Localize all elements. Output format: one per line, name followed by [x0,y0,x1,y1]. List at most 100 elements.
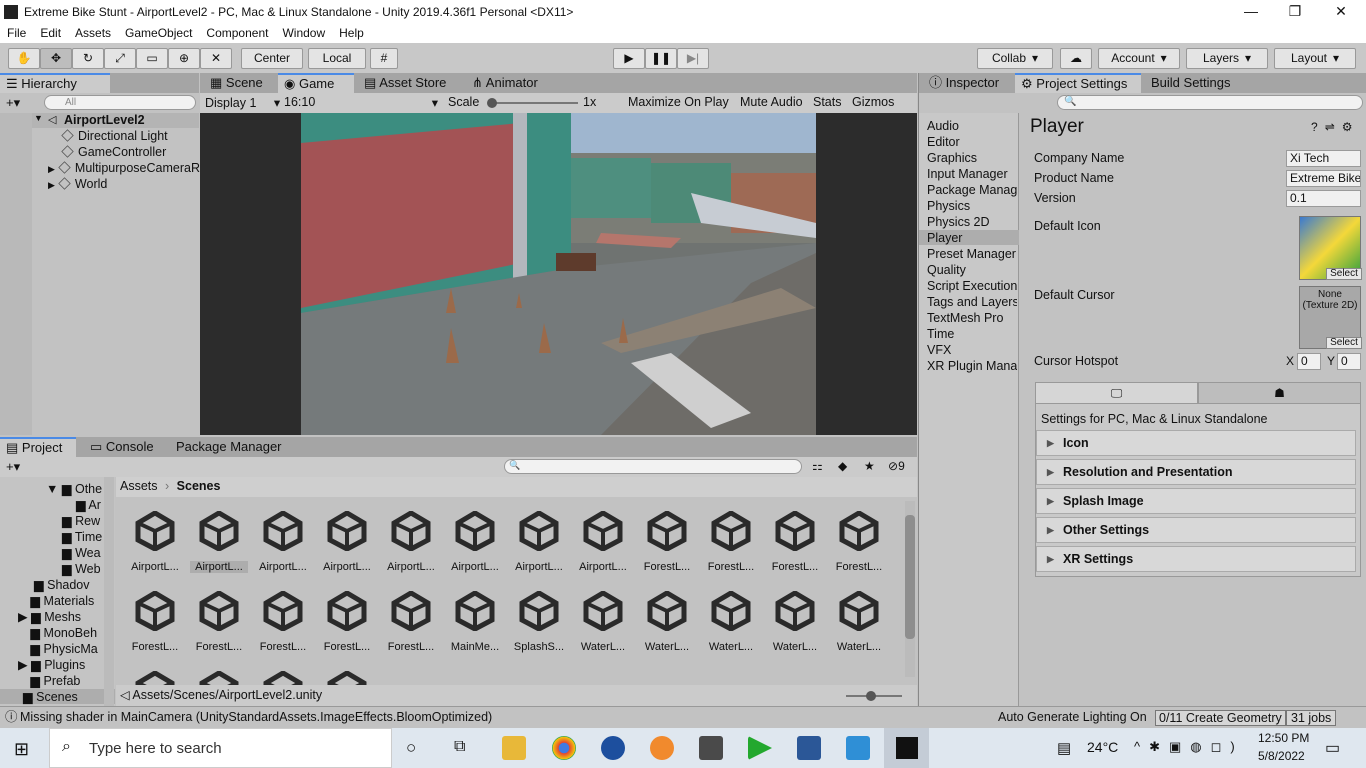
status-message[interactable]: Missing shader in MainCamera (UnityStand… [20,707,492,728]
hierarchy-search-input[interactable]: All [44,95,196,110]
scene-asset-tile[interactable]: AirportL... [190,510,248,573]
menu-component[interactable]: Component [199,26,275,40]
scene-asset-tile[interactable]: AirportL... [254,510,312,573]
hierarchy-item[interactable]: GameController [61,145,166,159]
android-platform-tab[interactable]: ☗ [1198,382,1361,404]
scene-asset-tile[interactable]: WaterL... [574,590,632,653]
hierarchy-item[interactable]: ▶ World [48,177,107,191]
folder-item[interactable]: ▼ ▆ Othe [46,481,102,496]
add-icon[interactable]: +▾ [6,95,20,111]
rotate-tool-icon[interactable]: ↻ [72,48,104,69]
asset-grid-scrollbar[interactable] [905,501,915,677]
weather-temp[interactable]: 24°C [1087,739,1118,755]
mute-audio-toggle[interactable]: Mute Audio [740,95,803,109]
scene-asset-tile[interactable] [254,670,312,685]
chrome-icon[interactable] [552,736,576,760]
menu-file[interactable]: File [0,26,33,40]
folder-item-selected[interactable]: ▆ Scenes [0,689,115,704]
scene-asset-tile[interactable]: AirportL... [510,510,568,573]
custom-tool-icon[interactable]: ✕ [200,48,232,69]
account-dropdown[interactable]: Account [1098,48,1180,69]
settings-gear-icon[interactable]: ⚙ [1342,120,1360,134]
product-name-field[interactable]: Extreme Bike [1286,170,1361,187]
scene-asset-tile[interactable]: WaterL... [830,590,888,653]
app-icon[interactable] [748,736,772,760]
pivot-center-toggle[interactable]: Center [241,48,303,69]
grid-snap-icon[interactable]: # [370,48,398,69]
settings-search-input[interactable]: 🔍 [1057,95,1363,110]
company-name-field[interactable]: Xi Tech [1286,150,1361,167]
hotspot-x-field[interactable]: 0 [1297,353,1321,370]
app-icon[interactable] [601,736,625,760]
pivot-local-toggle[interactable]: Local [308,48,366,69]
breadcrumb-scenes[interactable]: Scenes [177,479,221,493]
hierarchy-item[interactable]: ▶ MultipurposeCameraR [48,161,200,175]
rect-tool-icon[interactable]: ▭ [136,48,168,69]
folder-item[interactable]: ▆ Ar [76,497,101,512]
clock-date[interactable]: 5/8/2022 [1258,749,1305,763]
hidden-packages-toggle[interactable]: ⊘9 [888,459,905,473]
pc-platform-tab[interactable]: 🖵 [1035,382,1198,404]
hotspot-y-field[interactable]: 0 [1337,353,1361,370]
section-xr-settings[interactable]: XR Settings [1036,546,1356,572]
folder-item[interactable]: ▆ Rew [62,513,100,528]
unity-taskbar-button[interactable] [884,728,929,768]
pause-button[interactable]: ❚❚ [645,48,677,69]
tab-asset-store[interactable]: ▤ Asset Store [358,73,452,93]
scene-asset-tile[interactable]: ForestL... [126,590,184,653]
cloud-icon[interactable]: ☁ [1060,48,1092,69]
menu-help[interactable]: Help [332,26,371,40]
scene-asset-tile[interactable]: AirportL... [126,510,184,573]
folder-scrollbar[interactable] [104,477,114,706]
scene-asset-tile[interactable]: ForestL... [382,590,440,653]
scene-asset-tile[interactable]: SplashS... [510,590,568,653]
menu-assets[interactable]: Assets [68,26,118,40]
menu-edit[interactable]: Edit [33,26,68,40]
stats-toggle[interactable]: Stats [813,95,842,109]
breadcrumb-assets[interactable]: Assets [120,479,158,493]
scene-asset-tile[interactable]: AirportL... [382,510,440,573]
taskbar-search-box[interactable]: ⌕ Type here to search [49,728,392,768]
folder-item[interactable]: ▶ ▆ Meshs [18,609,81,624]
folder-item[interactable]: ▆ PhysicMa [20,641,97,656]
play-button[interactable]: ▶ [613,48,645,69]
folder-item[interactable]: ▆ Web [62,561,101,576]
settings-item-textmesh-pro[interactable]: TextMesh Pro [927,311,1003,325]
cursor-select-button[interactable]: Select [1326,337,1362,349]
expand-arrow-icon[interactable]: ▶ [48,180,55,190]
scene-asset-tile[interactable]: AirportL... [446,510,504,573]
task-view-icon[interactable]: ⧉ [454,738,465,756]
display-dropdown[interactable]: Display 1 ▾ [205,95,280,110]
vscode-icon[interactable] [846,736,870,760]
scene-asset-tile[interactable]: WaterL... [638,590,696,653]
filter-type-icon[interactable]: ⚏ [812,459,823,473]
scene-asset-tile[interactable]: ForestL... [318,590,376,653]
tab-project-settings[interactable]: ⚙ Project Settings [1015,73,1141,93]
scene-asset-tile[interactable]: ForestL... [702,510,760,573]
preset-icon[interactable]: ⇌ [1325,120,1342,134]
section-other-settings[interactable]: Other Settings [1036,517,1356,543]
favorite-star-icon[interactable]: ★ [864,459,875,473]
tab-hierarchy[interactable]: ☰ Hierarchy [0,73,110,93]
folder-item[interactable]: ▆ MonoBeh [20,625,97,640]
scale-slider[interactable] [487,98,578,108]
layout-dropdown[interactable]: Layout [1274,48,1356,69]
folder-item[interactable]: ▆ Prefab [20,673,80,688]
layers-dropdown[interactable]: Layers [1186,48,1268,69]
scene-asset-tile[interactable]: ForestL... [766,510,824,573]
minimize-button[interactable]: — [1228,0,1274,23]
weather-icon[interactable]: ▤ [1057,739,1071,757]
default-icon-thumbnail[interactable]: Select [1299,216,1362,280]
notification-icon[interactable]: ▭ [1325,738,1340,758]
tab-inspector[interactable]: ⓘ Inspector [923,73,1005,93]
file-explorer-icon[interactable] [502,736,526,760]
settings-item-editor[interactable]: Editor [927,135,960,149]
tab-game[interactable]: ◉ Game [278,73,354,93]
settings-item-tags-and-layers[interactable]: Tags and Layers [927,295,1017,309]
default-cursor-slot[interactable]: None (Texture 2D) Select [1299,286,1362,349]
settings-item-quality[interactable]: Quality [927,263,966,277]
folder-item[interactable]: ▶ ▆ Plugins [18,657,85,672]
expand-arrow-icon[interactable]: ▶ [48,164,55,174]
scene-asset-tile[interactable]: WaterL... [702,590,760,653]
tab-scene[interactable]: ▦ Scene [204,73,269,93]
